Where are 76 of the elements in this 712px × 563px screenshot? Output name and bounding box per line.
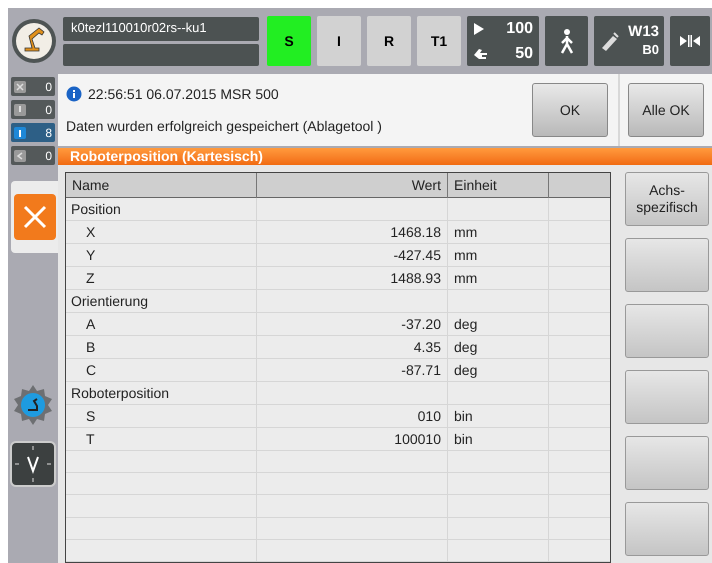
value-cell: 1468.18 <box>390 224 441 240</box>
base-number: B0 <box>642 41 659 59</box>
message-counter[interactable]: 0 <box>11 100 55 119</box>
jog-arrows-icon <box>679 34 701 48</box>
value-cell: -37.20 <box>401 316 441 332</box>
column-header[interactable]: Einheit <box>448 173 549 198</box>
message-counter[interactable]: 8 <box>11 123 55 142</box>
side-button[interactable] <box>625 502 709 556</box>
hand-icon <box>473 46 489 60</box>
side-button[interactable] <box>625 238 709 292</box>
acknowledge-all-button[interactable]: Alle OK <box>628 83 704 137</box>
info-icon <box>66 86 82 102</box>
robot-gear-icon[interactable] <box>11 383 55 427</box>
unit-cell: mm <box>454 224 478 240</box>
unit-cell: deg <box>454 316 478 332</box>
name-cell: C <box>66 359 257 381</box>
error-icon <box>14 80 26 92</box>
mode-button[interactable]: T1 <box>417 16 461 66</box>
name-cell: B <box>66 336 257 358</box>
value-cell: -87.71 <box>401 362 441 378</box>
side-button[interactable] <box>625 304 709 358</box>
play-icon <box>473 22 485 36</box>
value-cell: 100010 <box>394 431 441 447</box>
group-name-cell: Roboterposition <box>66 382 257 404</box>
value-cell: 4.35 <box>414 339 441 355</box>
value-cell: 010 <box>418 408 441 424</box>
column-header[interactable]: Name <box>66 173 257 198</box>
warning-icon <box>14 104 26 116</box>
wait-icon <box>14 150 26 162</box>
message-counter[interactable]: 0 <box>11 77 55 96</box>
walking-figure-button[interactable] <box>545 16 588 66</box>
close-button[interactable] <box>14 194 56 240</box>
robot-name-field: k0tezl110010r02rs--ku1 <box>63 16 259 40</box>
unit-cell: bin <box>454 431 473 447</box>
name-cell: T <box>66 428 257 450</box>
counter-value: 0 <box>45 102 52 118</box>
message-text: Daten wurden erfolgreich gespeichert (Ablagetool ) <box>66 116 383 136</box>
message-counter[interactable]: 0 <box>11 146 55 165</box>
message-timestamp: 22:56:51 06.07.2015 MSR 500 <box>88 84 279 104</box>
counter-value: 0 <box>45 148 52 164</box>
ok-button[interactable]: OK <box>532 83 608 137</box>
program-override: 100 <box>505 18 533 38</box>
unit-cell: bin <box>454 408 473 424</box>
name-cell: Y <box>66 244 257 266</box>
column-header[interactable]: Wert <box>257 173 448 198</box>
name-cell: X <box>66 221 257 243</box>
jog-mode-button[interactable] <box>670 16 710 66</box>
group-name-cell: Position <box>66 198 257 220</box>
tool-number: W13 <box>628 23 659 41</box>
group-name-cell: Orientierung <box>66 290 257 312</box>
side-button[interactable] <box>625 370 709 424</box>
mode-button[interactable]: I <box>317 16 361 66</box>
unit-cell: deg <box>454 362 478 378</box>
unit-cell: mm <box>454 247 478 263</box>
name-cell: Z <box>66 267 257 289</box>
tool-base-tile[interactable]: W13 B0 <box>594 16 664 66</box>
unit-cell: mm <box>454 270 478 286</box>
override-tile[interactable]: 100 50 <box>467 16 539 66</box>
counter-value: 0 <box>45 78 52 96</box>
mode-button[interactable]: S <box>267 16 311 66</box>
counter-value: 8 <box>45 124 52 142</box>
side-button[interactable] <box>625 436 709 490</box>
unit-cell: deg <box>454 339 478 355</box>
close-icon <box>22 204 48 230</box>
name-cell: A <box>66 313 257 335</box>
panel-title: Roboterposition (Kartesisch) <box>58 148 712 165</box>
mode-button[interactable]: R <box>367 16 411 66</box>
value-cell: 1488.93 <box>390 270 441 286</box>
side-button[interactable]: Achs- spezifisch <box>625 172 709 226</box>
jog-override: 50 <box>514 44 533 64</box>
info-icon <box>14 126 26 138</box>
robot-logo-icon[interactable] <box>11 18 57 64</box>
name-cell: S <box>66 405 257 427</box>
value-cell: -427.45 <box>394 247 441 263</box>
tool-icon <box>599 30 621 52</box>
clock-icon[interactable] <box>10 441 56 487</box>
